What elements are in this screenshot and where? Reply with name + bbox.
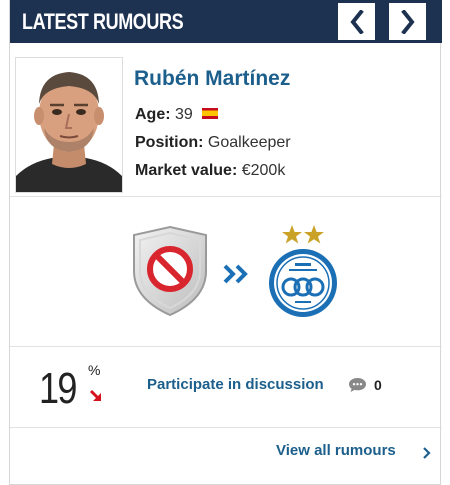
player-age: Age: 39 — [135, 106, 219, 124]
age-label: Age: — [135, 106, 171, 123]
widget-header: LATEST RUMOURS — [10, 0, 442, 43]
trend-down-arrow-icon — [89, 389, 101, 401]
player-portrait-image — [16, 58, 122, 192]
participate-discussion-link[interactable]: Participate in discussion — [147, 376, 324, 393]
chevron-right-icon[interactable] — [422, 446, 432, 460]
market-value-value: €200k — [241, 162, 286, 179]
chat-bubble-icon — [349, 378, 366, 392]
divider — [10, 346, 442, 347]
discussion-count: 0 — [374, 377, 382, 393]
chevron-right-icon — [400, 9, 415, 34]
widget-title: LATEST RUMOURS — [22, 9, 184, 34]
spain-flag-icon — [202, 108, 219, 120]
age-value: 39 — [175, 106, 193, 123]
from-club[interactable] — [131, 225, 209, 317]
divider — [10, 427, 442, 428]
probability-value: 19 — [39, 364, 77, 413]
player-photo[interactable] — [15, 57, 123, 193]
next-rumour-button[interactable] — [389, 3, 426, 40]
position-value: Goalkeeper — [207, 134, 291, 151]
probability-unit: % — [88, 362, 101, 378]
rumours-widget: LATEST RUMOURS Rubén Martínez Age: 39 Po… — [9, 0, 442, 485]
chevron-left-icon — [349, 9, 364, 34]
double-chevron-right-icon — [222, 263, 252, 285]
player-position: Position: Goalkeeper — [135, 134, 291, 152]
transfer-clubs — [10, 197, 442, 347]
rumour-stats: 19 % Participate in discussion 0 — [10, 348, 442, 428]
club-crest-icon — [269, 225, 337, 317]
view-all-rumours-link[interactable]: View all rumours — [276, 442, 396, 459]
player-name-link[interactable]: Rubén Martínez — [134, 67, 290, 91]
prev-rumour-button[interactable] — [338, 3, 375, 40]
position-label: Position: — [135, 134, 204, 151]
no-club-crest-icon — [133, 225, 207, 317]
to-club[interactable] — [265, 221, 341, 319]
player-market-value: Market value: €200k — [135, 162, 285, 180]
market-value-label: Market value: — [135, 162, 238, 179]
